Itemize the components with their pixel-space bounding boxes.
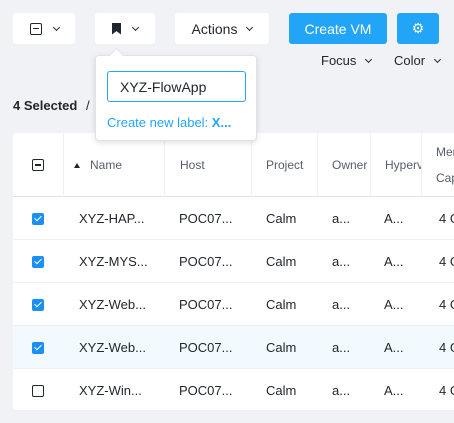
row-checkbox-cell (32, 283, 52, 326)
label-button[interactable] (95, 13, 155, 44)
select-menu-icon (29, 22, 42, 35)
column-label-host: Host (180, 158, 205, 172)
cell-hypervisor: A... (384, 297, 404, 312)
column-header-host[interactable]: Host (164, 133, 251, 197)
cell-memory: 4 G (439, 254, 454, 269)
create-new-label-link[interactable]: Create new label: X... (107, 115, 231, 130)
cell-owner: a... (332, 254, 351, 269)
column-header-project[interactable]: Project (251, 133, 317, 197)
cell-memory: 4 G (439, 383, 454, 398)
focus-dropdown[interactable]: Focus (321, 53, 373, 68)
cell-hypervisor: A... (384, 254, 404, 269)
color-label: Color (394, 53, 426, 68)
cell-host: POC07... (179, 383, 233, 398)
row-checkbox[interactable] (32, 341, 44, 354)
column-header-hypervisor[interactable]: Hyperv (370, 133, 421, 197)
cell-owner: a... (332, 383, 351, 398)
column-label-project: Project (266, 158, 304, 172)
row-checkbox-cell (32, 369, 52, 410)
create-label-prefix: Create new label: (107, 115, 212, 130)
chevron-down-icon (52, 23, 60, 31)
row-checkbox-cell (32, 240, 52, 283)
selection-separator: / (86, 98, 90, 113)
chevron-down-icon (246, 23, 254, 31)
select-all-checkbox[interactable] (32, 159, 44, 171)
cell-hypervisor: A... (384, 211, 404, 226)
cell-name[interactable]: XYZ-Web... (79, 283, 159, 326)
row-checkbox[interactable] (32, 255, 44, 268)
column-label-hypervisor: Hyperv (385, 158, 421, 172)
row-checkbox[interactable] (32, 212, 44, 225)
cell-project: Calm (266, 297, 297, 312)
cell-name[interactable]: XYZ-HAP... (79, 197, 159, 240)
bookmark-icon (112, 22, 121, 35)
label-popover: Create new label: X... (95, 55, 257, 141)
create-vm-button[interactable]: Create VM (289, 13, 387, 44)
chevron-down-icon (365, 55, 373, 63)
selected-count: 4 Selected (13, 98, 78, 113)
cell-memory: 4 G (439, 340, 454, 355)
cell-memory: 4 G (439, 211, 454, 226)
cell-project: Calm (266, 340, 297, 355)
cell-owner: a... (332, 340, 351, 355)
column-header-name[interactable]: Name (63, 133, 164, 197)
table-row[interactable]: XYZ-Web... POC07... Calm a... A... 4 G (13, 283, 454, 326)
cell-name[interactable]: XYZ-Win... (79, 369, 159, 410)
cell-host: POC07... (179, 340, 233, 355)
cell-host: POC07... (179, 254, 233, 269)
row-checkbox-cell (32, 197, 52, 240)
color-dropdown[interactable]: Color (394, 53, 442, 68)
cell-project: Calm (266, 383, 297, 398)
cell-host: POC07... (179, 211, 233, 226)
table-row[interactable]: XYZ-Win... POC07... Calm a... A... 4 G (13, 369, 454, 410)
cell-project: Calm (266, 254, 297, 269)
cell-name[interactable]: XYZ-Web... (79, 326, 159, 369)
chevron-down-icon (131, 23, 140, 31)
cell-memory: 4 G (439, 297, 454, 312)
row-checkbox[interactable] (32, 298, 44, 311)
column-header-owner[interactable]: Owner (317, 133, 370, 197)
actions-label: Actions (191, 20, 238, 37)
vm-table: Name Host Project Owner Hyperv Mem Capa … (13, 133, 454, 410)
cell-owner: a... (332, 211, 351, 226)
sort-ascending-icon (74, 162, 80, 168)
chevron-down-icon (434, 55, 442, 63)
table-header: Name Host Project Owner Hyperv Mem Capa (13, 133, 454, 197)
column-label-owner: Owner (332, 158, 368, 172)
cell-host: POC07... (179, 297, 233, 312)
label-search-input[interactable] (107, 71, 246, 102)
column-label-memory-line2: Capa (436, 171, 454, 185)
table-row[interactable]: XYZ-MYS... POC07... Calm a... A... 4 G (13, 240, 454, 283)
select-all-cell (13, 133, 63, 197)
table-row[interactable]: XYZ-HAP... POC07... Calm a... A... 4 G (13, 197, 454, 240)
column-label-name: Name (90, 158, 123, 172)
cell-name[interactable]: XYZ-MYS... (79, 240, 159, 283)
column-header-memory[interactable]: Mem Capa (421, 133, 454, 197)
row-checkbox[interactable] (32, 384, 44, 397)
cell-owner: a... (332, 297, 351, 312)
gear-icon: ⚙ (411, 20, 425, 36)
cell-hypervisor: A... (384, 383, 404, 398)
settings-button[interactable]: ⚙ (397, 13, 439, 44)
column-label-memory-line1: Mem (436, 145, 454, 159)
table-row[interactable]: XYZ-Web... POC07... Calm a... A... 4 G (13, 326, 454, 369)
cell-project: Calm (266, 211, 297, 226)
select-menu-button[interactable] (13, 13, 75, 44)
row-checkbox-cell (32, 326, 52, 369)
create-label-value: X... (211, 115, 232, 130)
focus-label: Focus (321, 53, 357, 68)
cell-hypervisor: A... (384, 340, 404, 355)
actions-button[interactable]: Actions (175, 13, 269, 44)
